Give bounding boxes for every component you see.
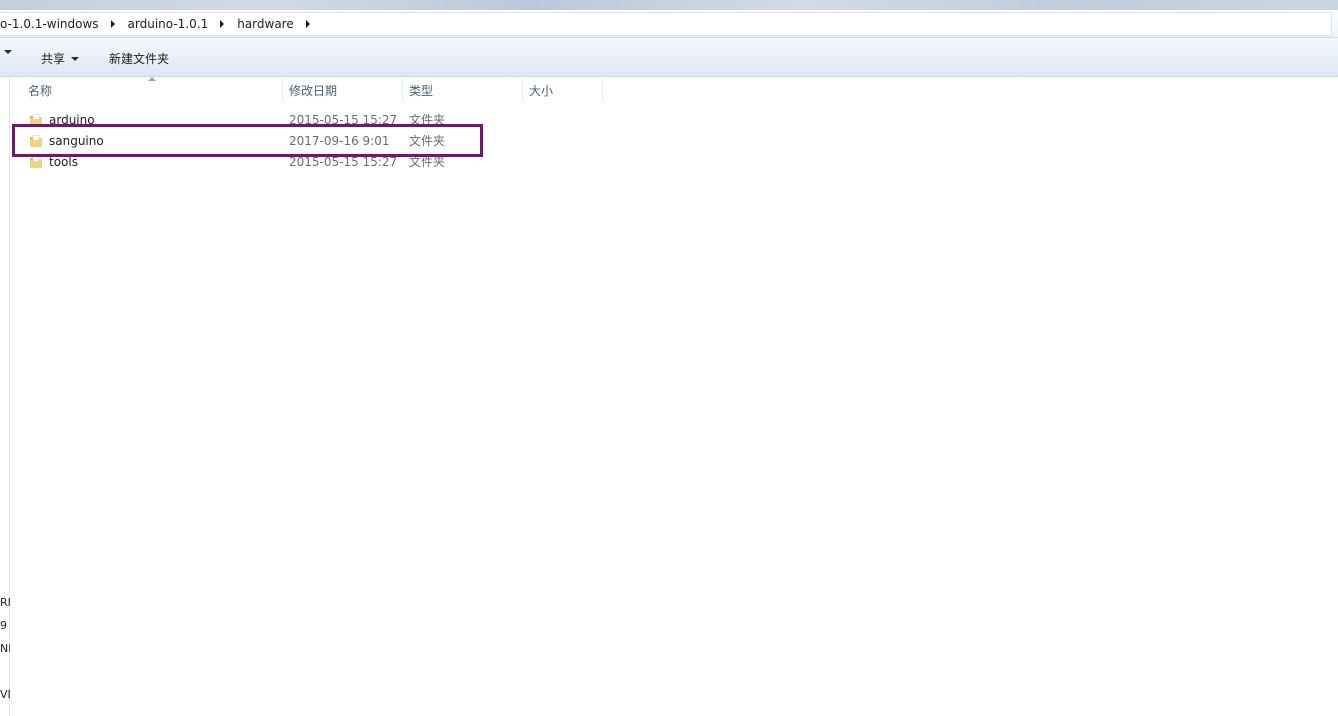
- chevron-down-icon: [4, 50, 12, 54]
- file-type: 文件夹: [409, 134, 446, 148]
- chevron-down-icon: [71, 56, 80, 61]
- folder-icon: [30, 135, 42, 147]
- column-header-size[interactable]: 大小: [523, 79, 603, 101]
- address-bar: o-1.0.1-windows arduino-1.0.1 hardware: [0, 10, 1338, 38]
- column-header-name[interactable]: 名称: [22, 79, 283, 101]
- command-bar: 共享 新建文件夹: [0, 38, 1338, 77]
- nav-item-fragment[interactable]: VD: [0, 688, 10, 701]
- column-header-label: 修改日期: [289, 83, 338, 98]
- breadcrumb-label: arduino-1.0.1: [127, 17, 209, 31]
- column-header-label: 类型: [409, 83, 434, 98]
- breadcrumb[interactable]: o-1.0.1-windows arduino-1.0.1 hardware: [0, 12, 1332, 36]
- file-row-sanguino[interactable]: sanguino 2017-09-16 9:01 文件夹: [22, 131, 602, 152]
- breadcrumb-item[interactable]: o-1.0.1-windows: [0, 17, 128, 31]
- new-folder-button[interactable]: 新建文件夹: [109, 50, 169, 67]
- file-date: 2017-09-16 9:01: [289, 134, 390, 148]
- breadcrumb-label: hardware: [237, 17, 294, 31]
- file-name: sanguino: [49, 134, 104, 148]
- share-button[interactable]: 共享: [41, 50, 80, 67]
- breadcrumb-item[interactable]: hardware: [237, 17, 323, 31]
- organize-button[interactable]: [0, 50, 12, 54]
- column-header-type[interactable]: 类型: [403, 79, 523, 101]
- nav-item-fragment[interactable]: 9: [0, 619, 10, 632]
- nav-item-fragment[interactable]: RI: [0, 596, 10, 609]
- explorer-window: o-1.0.1-windows arduino-1.0.1 hardware 共…: [0, 0, 1338, 716]
- chevron-right-icon[interactable]: [110, 20, 115, 28]
- breadcrumb-item[interactable]: arduino-1.0.1: [128, 17, 238, 31]
- navigation-pane[interactable]: RI 9 NF VD: [0, 77, 10, 716]
- new-folder-label: 新建文件夹: [109, 52, 170, 66]
- column-header-label: 大小: [529, 83, 554, 98]
- chevron-right-icon[interactable]: [220, 20, 225, 28]
- chevron-right-icon[interactable]: [305, 20, 310, 28]
- breadcrumb-label: o-1.0.1-windows: [0, 17, 99, 31]
- column-header-label: 名称: [28, 83, 53, 98]
- nav-item-fragment[interactable]: NF: [0, 642, 10, 655]
- share-label: 共享: [41, 52, 66, 66]
- folder-icon: [30, 156, 42, 168]
- column-header-date[interactable]: 修改日期: [283, 79, 403, 101]
